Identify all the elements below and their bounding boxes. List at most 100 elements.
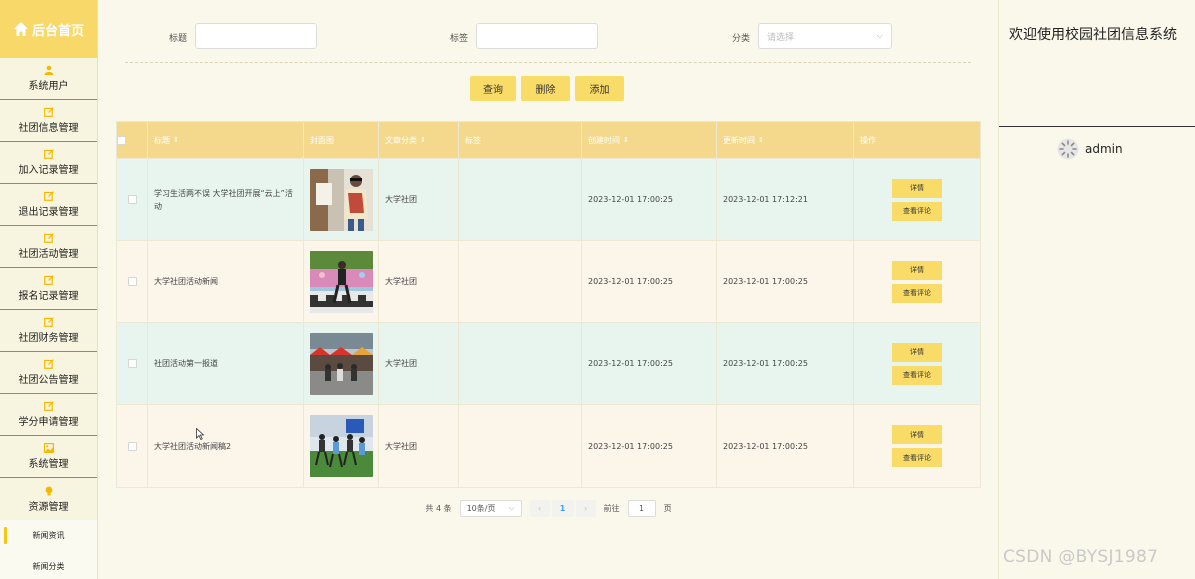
row-updated: 2023-12-01 17:00:25 — [717, 405, 854, 487]
sidebar-item-label: 学分申请管理 — [18, 417, 79, 428]
row-actions: 详情 查看评论 — [854, 405, 980, 487]
divider — [125, 62, 971, 63]
category-select[interactable]: 请选择 ⌵ — [758, 23, 892, 49]
delete-button[interactable]: 删除 — [521, 76, 570, 101]
sidebar-item-signup-records[interactable]: 报名记录管理 — [0, 268, 97, 310]
next-page-button[interactable]: › — [575, 499, 596, 517]
pagination: 共 4 条 10条/页 ⌵ ‹ 1 › 前往 1 页 — [99, 499, 998, 517]
header-label: 封面图 — [310, 135, 334, 145]
mouse-cursor-icon — [196, 428, 204, 440]
sidebar-item-join-records[interactable]: 加入记录管理 — [0, 142, 97, 184]
sidebar-item-label: 社团公告管理 — [18, 375, 79, 386]
row-title: 大学社团活动新闻稿2 — [148, 405, 304, 487]
query-button[interactable]: 查询 — [470, 76, 516, 101]
submenu-item-news[interactable]: 新闻资讯 — [0, 520, 97, 551]
page-size-value: 10条/页 — [466, 503, 496, 513]
sidebar-item-club-finance[interactable]: 社团财务管理 — [0, 310, 97, 352]
header-label: 标题 — [154, 135, 170, 145]
row-select — [117, 323, 148, 404]
user-info[interactable]: admin — [1057, 138, 1123, 160]
header-category[interactable]: 文章分类 ⇕ — [379, 122, 459, 158]
view-comments-button[interactable]: 查看评论 — [892, 365, 942, 385]
cover-image[interactable] — [310, 415, 373, 477]
edit-icon — [43, 149, 54, 159]
sidebar: 后台首页 系统用户 社团信息管理 加入记录管理 退出记录管理 社团活动管理 报名… — [0, 0, 98, 579]
title-text: 社团活动第一报道 — [154, 359, 218, 368]
header-updated[interactable]: 更新时间 ⇕ — [717, 122, 854, 158]
header-label: 更新时间 — [723, 135, 755, 145]
add-button[interactable]: 添加 — [575, 76, 624, 101]
sidebar-item-label: 退出记录管理 — [18, 207, 79, 218]
sidebar-item-resources[interactable]: 资源管理 — [0, 478, 97, 520]
cover-image[interactable] — [310, 250, 373, 313]
title-label: 标题 — [169, 34, 188, 44]
chevron-down-icon: ⌵ — [876, 31, 883, 40]
header-label: 文章分类 — [385, 135, 417, 145]
row-select — [117, 241, 148, 322]
home-brand[interactable]: 后台首页 — [0, 0, 97, 58]
detail-button[interactable]: 详情 — [892, 342, 942, 362]
goto-label: 前往 — [603, 503, 620, 513]
detail-button[interactable]: 详情 — [892, 178, 942, 198]
sidebar-item-club-announcements[interactable]: 社团公告管理 — [0, 352, 97, 394]
row-created: 2023-12-01 17:00:25 — [582, 405, 717, 487]
table-row: 学习生活两不误 大学社团开展“云上”活动 大学社团 2023-12-01 17:… — [117, 159, 980, 241]
title-input[interactable] — [195, 23, 317, 49]
avatar-icon — [1057, 138, 1079, 160]
header-created[interactable]: 创建时间 ⇕ — [582, 122, 717, 158]
category-label: 分类 — [732, 34, 751, 44]
header-title[interactable]: 标题 ⇕ — [148, 122, 304, 158]
sidebar-item-label: 社团财务管理 — [18, 333, 79, 344]
edit-icon — [43, 275, 54, 285]
detail-button[interactable]: 详情 — [892, 260, 942, 280]
search-form: 标题 标签 分类 请选择 ⌵ — [99, 23, 998, 49]
sidebar-item-label: 资源管理 — [28, 501, 69, 513]
row-checkbox[interactable] — [127, 359, 137, 368]
row-category: 大学社团 — [379, 241, 459, 322]
header-label: 创建时间 — [588, 135, 620, 145]
view-comments-button[interactable]: 查看评论 — [892, 283, 942, 303]
brand-label: 后台首页 — [31, 23, 84, 39]
sidebar-item-credit-applications[interactable]: 学分申请管理 — [0, 394, 97, 436]
total-count: 共 4 条 — [425, 503, 452, 513]
goto-page-input[interactable]: 1 — [627, 499, 656, 517]
tag-label: 标签 — [450, 34, 469, 44]
row-tag — [459, 323, 582, 404]
page-size-select[interactable]: 10条/页 ⌵ — [459, 499, 522, 517]
sidebar-item-system-management[interactable]: 系统管理 — [0, 436, 97, 478]
cover-image[interactable] — [310, 332, 373, 395]
prev-page-button[interactable]: ‹ — [529, 499, 550, 517]
detail-button[interactable]: 详情 — [892, 425, 942, 444]
row-cover — [304, 241, 379, 322]
tag-input[interactable] — [476, 23, 598, 49]
view-comments-button[interactable]: 查看评论 — [892, 201, 942, 221]
row-updated: 2023-12-01 17:00:25 — [717, 241, 854, 322]
current-page[interactable]: 1 — [551, 499, 574, 517]
submenu-item-news-category[interactable]: 新闻分类 — [0, 551, 97, 579]
resources-submenu: 新闻资讯 新闻分类 — [0, 520, 97, 579]
sidebar-item-club-info[interactable]: 社团信息管理 — [0, 100, 97, 142]
row-checkbox[interactable] — [127, 277, 137, 286]
table-row: 大学社团活动新闻 大学社团 2023-12-01 17:00:25 2023-1… — [117, 241, 980, 323]
row-checkbox[interactable] — [127, 195, 137, 204]
row-actions: 详情 查看评论 — [854, 323, 980, 404]
header-select-all — [117, 122, 148, 158]
sidebar-item-system-users[interactable]: 系统用户 — [0, 58, 97, 100]
row-checkbox[interactable] — [127, 441, 137, 451]
right-panel: 欢迎使用校园社团信息系统 admin — [998, 0, 1195, 579]
cover-image[interactable] — [310, 168, 373, 231]
submenu-item-label: 新闻资讯 — [32, 531, 65, 540]
edit-icon — [43, 401, 54, 411]
row-cover — [304, 159, 379, 240]
row-actions: 详情 查看评论 — [854, 241, 980, 322]
row-tag — [459, 241, 582, 322]
home-icon — [13, 22, 28, 36]
sidebar-item-label: 社团信息管理 — [18, 123, 79, 134]
sidebar-item-club-activities[interactable]: 社团活动管理 — [0, 226, 97, 268]
row-cover — [304, 405, 379, 487]
main-content: 标题 标签 分类 请选择 ⌵ 查询 删除 添加 标题 ⇕ 封面图 文章分类 ⇕ 标签… — [99, 0, 998, 579]
sidebar-item-exit-records[interactable]: 退出记录管理 — [0, 184, 97, 226]
edit-icon — [43, 107, 54, 117]
select-all-checkbox[interactable] — [117, 135, 126, 145]
view-comments-button[interactable]: 查看评论 — [892, 448, 942, 467]
